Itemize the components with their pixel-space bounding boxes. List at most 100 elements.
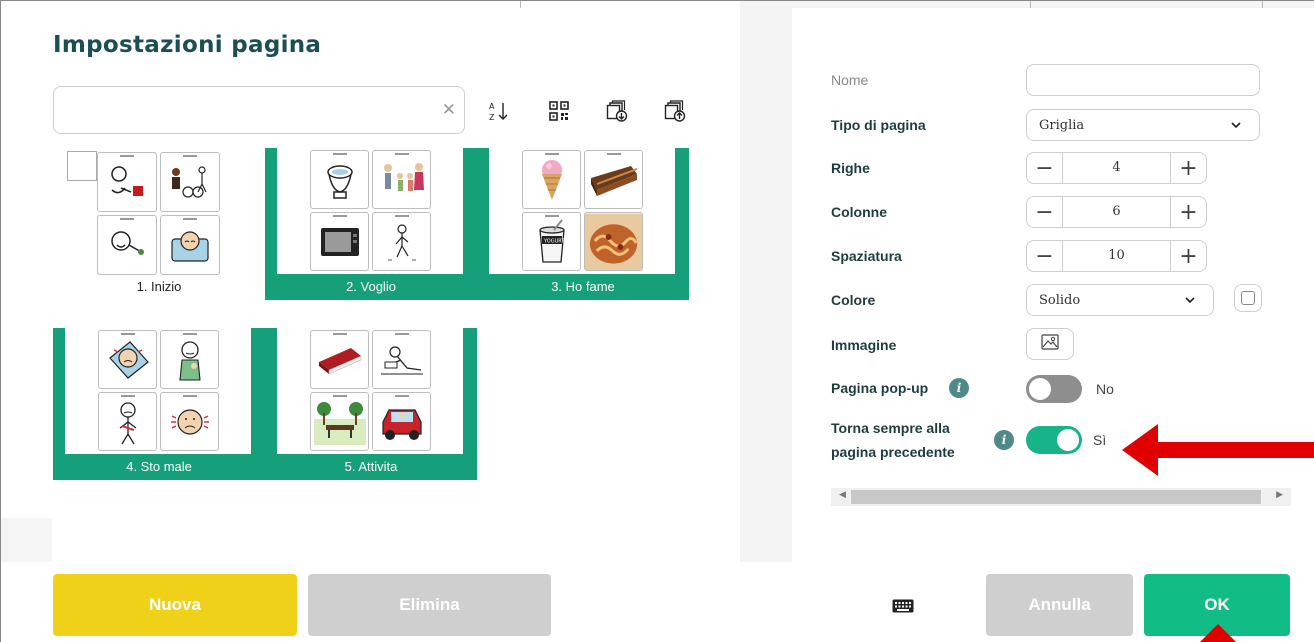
page-list-bottom [52,518,740,562]
symbol-cell [97,215,157,275]
top-divider-mark [520,0,521,8]
spaziatura-label: Spaziatura [831,248,902,264]
symbol-cell [584,212,643,271]
page-label: 2. Voglio [346,279,396,294]
color-picker-swatch[interactable] [1234,284,1262,312]
symbol-cell [98,392,157,451]
scrollbar-thumb[interactable] [851,490,1261,504]
scroll-left-icon[interactable]: ◀ [839,490,846,500]
spaziatura-value[interactable]: 10 [1063,248,1170,263]
keyboard-icon[interactable] [892,598,914,613]
plus-icon[interactable]: + [1170,153,1206,183]
righe-stepper[interactable]: − 4 + [1026,152,1207,184]
top-divider-mark [1262,0,1263,8]
page-label: 3. Ho fame [551,279,615,294]
symbol-cell [98,330,157,389]
colore-select[interactable]: Solido [1026,284,1214,316]
info-icon[interactable]: i [994,430,1014,450]
symbol-cell [160,392,219,451]
qr-code-icon[interactable] [546,98,572,124]
symbol-cell: YOGURT [522,212,581,271]
righe-value[interactable]: 4 [1063,160,1170,175]
symbol-cell [160,330,219,389]
page-search-input[interactable]: ✕ [53,86,465,134]
colonne-value[interactable]: 6 [1063,204,1170,219]
torna-label-line2: pagina precedente [831,444,955,460]
minus-icon[interactable]: − [1027,153,1063,183]
page-label: 1. Inizio [136,279,182,294]
minus-icon[interactable]: − [1027,241,1063,271]
symbol-cell [372,212,431,271]
plus-icon[interactable]: + [1170,197,1206,227]
symbol-cell [372,150,431,209]
annulla-button[interactable]: Annulla [986,574,1133,636]
dialog-title: Impostazioni pagina [53,32,322,58]
image-picker-button[interactable] [1026,328,1074,360]
sort-az-icon[interactable]: A Z [486,98,512,124]
page-thumbnail [65,328,251,454]
symbol-cell [310,392,369,451]
symbol-cell [160,152,220,212]
plus-icon[interactable]: + [1170,241,1206,271]
page-label: 4. Sto male [126,459,192,474]
clear-icon[interactable]: ✕ [442,100,456,120]
immagine-label: Immagine [831,337,897,353]
page-select-checkbox[interactable] [67,151,97,181]
nome-label: Nome [831,72,869,88]
popup-label: Pagina pop-up [831,380,929,396]
torna-state: Sì [1093,432,1107,448]
torna-toggle[interactable] [1026,426,1082,454]
tipo-pagina-select[interactable]: Griglia [1026,109,1260,141]
minus-icon[interactable]: − [1027,197,1063,227]
import-page-icon[interactable] [604,98,630,124]
torna-label-line1: Torna sempre alla [831,420,950,436]
colore-label: Colore [831,292,876,308]
spaziatura-stepper[interactable]: − 10 + [1026,240,1207,272]
panel-divider [740,0,792,562]
svg-text:A: A [489,102,495,111]
nuova-button[interactable]: Nuova [53,574,297,636]
chevron-down-icon [1185,294,1195,307]
elimina-button[interactable]: Elimina [308,574,551,636]
symbol-cell [310,212,369,271]
nome-input[interactable] [1026,64,1260,96]
page-thumbnail [277,328,463,454]
symbol-cell [372,392,431,451]
symbol-cell [160,215,220,275]
page-tile-voglio[interactable]: 2. Voglio [265,148,477,300]
annotation-arrow-left [1122,424,1314,476]
righe-label: Righe [831,160,870,176]
popup-state: No [1096,381,1114,397]
tipo-pagina-value: Griglia [1039,118,1085,133]
symbol-cell [97,152,157,212]
info-icon[interactable]: i [949,378,969,398]
page-thumbnail: YOGURT [489,148,675,274]
page-tile-inizio[interactable]: 1. Inizio [53,148,265,300]
symbol-cell [310,330,369,389]
symbol-cell [584,150,643,209]
symbol-cell [310,150,369,209]
colonne-label: Colonne [831,204,887,220]
annotation-arrow-up [1200,624,1236,642]
page-tile-sto-male[interactable]: 4. Sto male [53,328,265,480]
symbol-cell [522,150,581,209]
page-tile-ho-fame[interactable]: YOGURT 3. Ho fame [477,148,689,300]
page-tile-attivita[interactable]: 5. Attivita [265,328,477,480]
colonne-stepper[interactable]: − 6 + [1026,196,1207,228]
page-label: 5. Attivita [344,459,398,474]
chevron-down-icon [1231,119,1241,132]
colore-value: Solido [1039,293,1081,308]
popup-toggle[interactable] [1026,375,1082,403]
horizontal-scrollbar[interactable]: ◀ ▶ [831,488,1291,506]
svg-text:Z: Z [489,113,495,122]
export-page-icon[interactable] [662,98,688,124]
symbol-cell [372,330,431,389]
top-divider-mark [1030,0,1031,8]
tipo-pagina-label: Tipo di pagina [831,117,926,133]
image-icon [1041,334,1059,354]
right-panel-top-gap [792,0,1314,8]
page-thumbnail [277,148,463,274]
page-thumbnail [97,152,221,276]
scroll-right-icon[interactable]: ▶ [1276,490,1283,500]
svg-text:YOGURT: YOGURT [543,238,565,244]
